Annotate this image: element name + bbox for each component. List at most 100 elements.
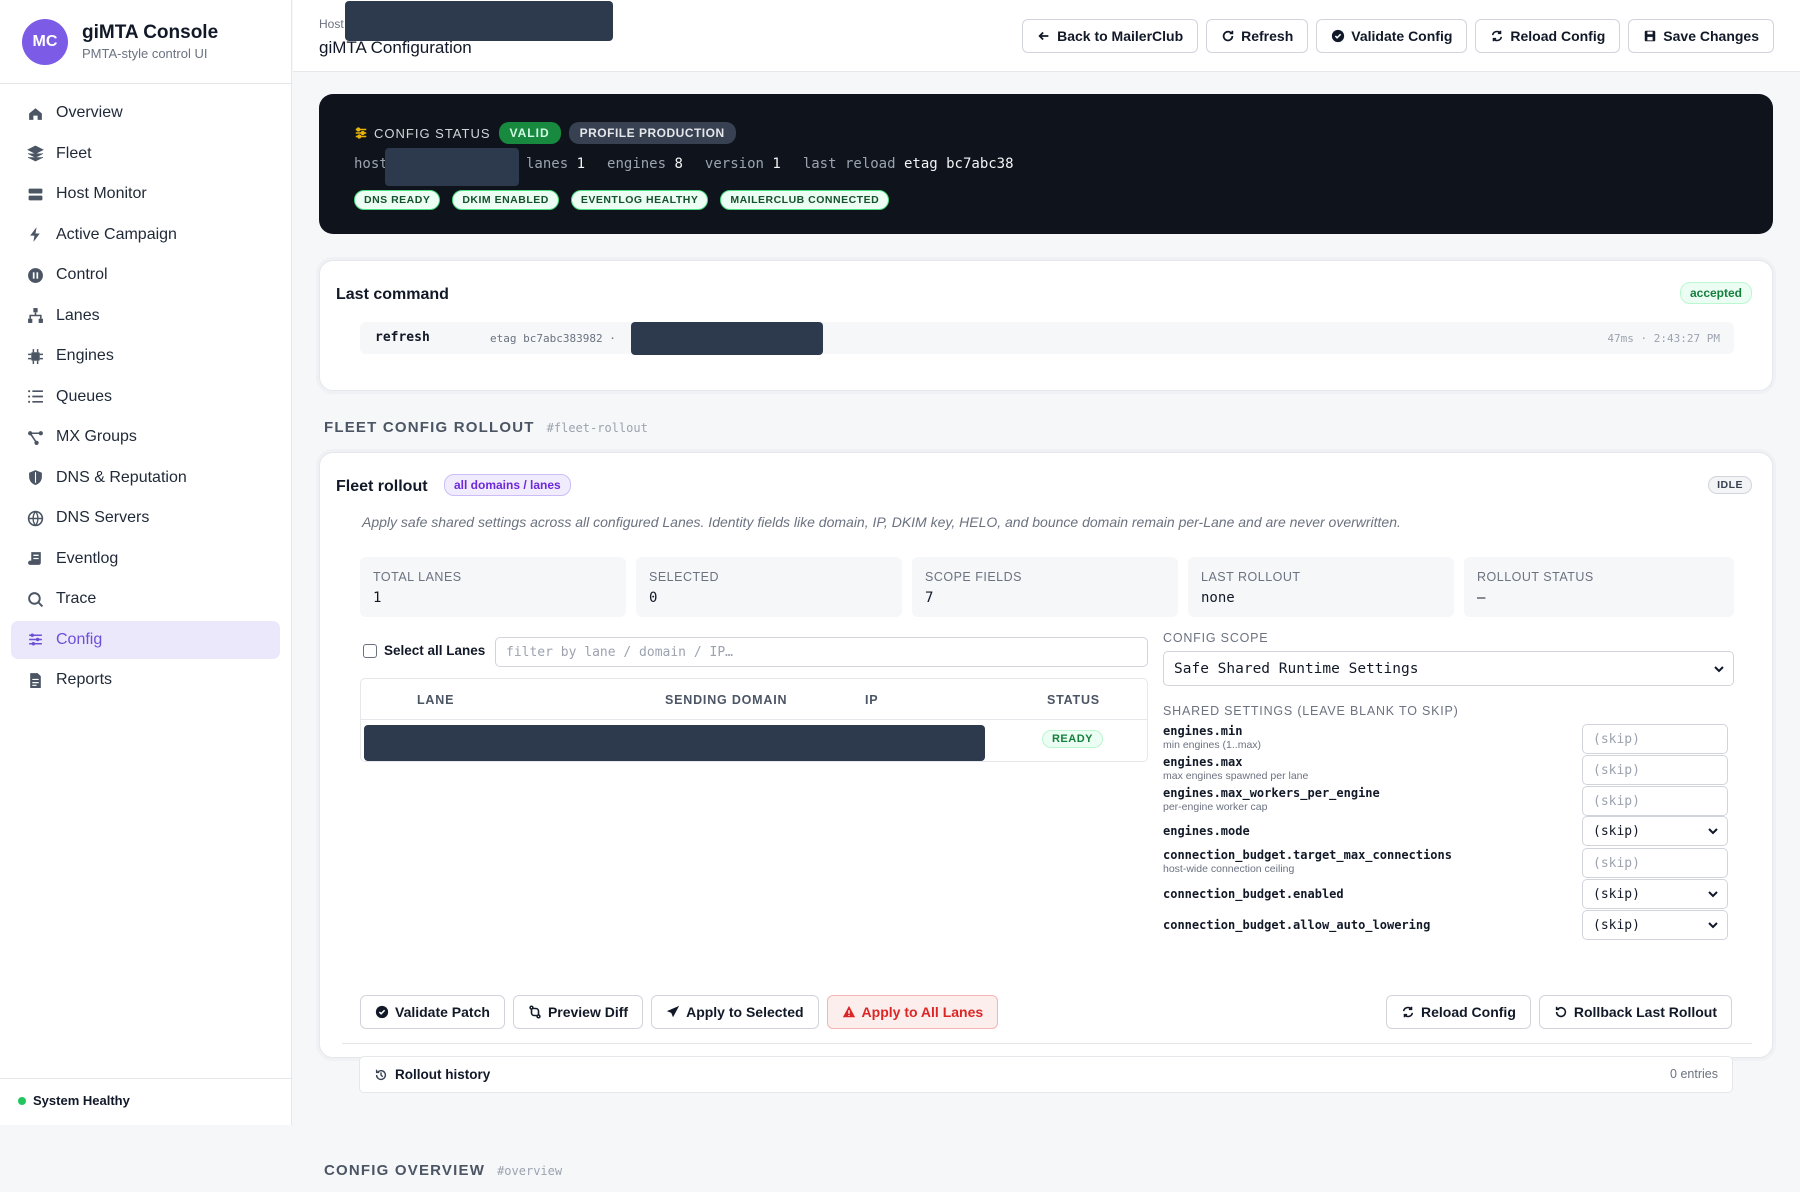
check-circle-icon: [1332, 29, 1345, 43]
sidebar-item-label: Eventlog: [56, 549, 119, 567]
setting-row: engines.max_workers_per_engine per-engine…: [1163, 786, 1728, 816]
save-changes-button[interactable]: Save Changes: [1628, 19, 1774, 53]
command-row: refresh etag bc7abc383982 · 47ms · 2:43:…: [360, 322, 1734, 355]
layers-icon: [26, 145, 44, 163]
rollout-history[interactable]: Rollout history 0 entries: [359, 1056, 1733, 1093]
chevron-down-icon: [1708, 828, 1718, 835]
bolt-icon: [26, 226, 44, 244]
sidebar-item-config[interactable]: Config: [11, 620, 280, 659]
config-scope-panel: CONFIG SCOPE Safe Shared Runtime Setting…: [1163, 631, 1734, 974]
sidebar-item-fleet[interactable]: Fleet: [11, 135, 280, 173]
sidebar-item-reports[interactable]: Reports: [11, 661, 280, 699]
sidebar-item-trace[interactable]: Trace: [11, 580, 280, 618]
sidebar-item-label: Active Campaign: [56, 225, 177, 243]
status-dot-icon: [18, 1096, 26, 1105]
column-header: SENDING DOMAIN: [665, 693, 788, 707]
accepted-badge: accepted: [1679, 282, 1752, 304]
select-all-checkbox[interactable]: [363, 643, 377, 658]
reload-config-button-2[interactable]: Reload Config: [1385, 995, 1531, 1029]
sidebar-item-label: DNS & Reputation: [56, 468, 187, 486]
breadcrumb: Host: [319, 17, 344, 31]
chip-icon: [26, 347, 44, 365]
sidebar-item-queues[interactable]: Queues: [11, 378, 280, 416]
setting-select[interactable]: (skip): [1582, 816, 1728, 846]
preview-diff-button[interactable]: Preview Diff: [512, 995, 644, 1029]
lanes-table: LANE SENDING DOMAIN IP STATUS READY: [360, 678, 1148, 762]
sidebar-item-engines[interactable]: Engines: [11, 337, 280, 375]
apply-selected-button[interactable]: Apply to Selected: [651, 995, 819, 1029]
system-status: System Healthy: [0, 1078, 292, 1122]
refresh-button[interactable]: Refresh: [1206, 19, 1309, 53]
status-tag: MAILERCLUB CONNECTED: [720, 190, 890, 210]
back-button[interactable]: Back to MailerClub: [1022, 19, 1199, 53]
history-icon: [375, 1069, 387, 1081]
setting-input[interactable]: (skip): [1582, 848, 1728, 878]
apply-all-lanes-button[interactable]: Apply to All Lanes: [826, 995, 999, 1029]
rollback-button[interactable]: Rollback Last Rollout: [1538, 995, 1732, 1029]
sidebar-item-lanes[interactable]: Lanes: [11, 297, 280, 335]
save-icon: [1645, 30, 1656, 42]
rollout-actions: Validate Patch Preview Diff Apply to Sel…: [360, 995, 999, 1029]
send-icon: [666, 1005, 680, 1018]
sidebar-item-label: MX Groups: [56, 428, 137, 445]
top-header: Host giMTA Configuration Back to MailerC…: [293, 0, 1800, 72]
sync-icon: [1402, 1006, 1414, 1018]
setting-select[interactable]: (skip): [1582, 879, 1728, 909]
setting-row: connection_budget.allow_auto_lowering (sk…: [1163, 910, 1728, 940]
sidebar-nav: Overview Fleet Host Monitor Active Campaign…: [0, 84, 291, 712]
sidebar-item-host-monitor[interactable]: Host Monitor: [11, 175, 280, 213]
lane-status-badge: READY: [1041, 730, 1103, 748]
sidebar-item-eventlog[interactable]: Eventlog: [11, 540, 280, 578]
page-title: giMTA Configuration: [319, 38, 472, 57]
config-scope-select[interactable]: Safe Shared Runtime Settings: [1163, 651, 1734, 686]
section-heading: CONFIG OVERVIEW #overview: [324, 1162, 563, 1179]
status-tag: DNS READY: [354, 190, 441, 210]
status-tag: DKIM ENABLED: [452, 190, 559, 210]
rollout-actions-right: Reload Config Rollback Last Rollout: [1385, 995, 1732, 1029]
sidebar-item-active-campaign[interactable]: Active Campaign: [11, 216, 280, 254]
sidebar-item-label: Fleet: [56, 144, 92, 162]
column-header: STATUS: [1047, 693, 1100, 707]
setting-select[interactable]: (skip): [1582, 910, 1728, 940]
redacted-lane-row: [364, 725, 985, 761]
file-icon: [26, 671, 44, 689]
sidebar-item-label: Host Monitor: [56, 185, 147, 202]
select-all-lanes[interactable]: Select all Lanes: [363, 643, 485, 658]
sidebar-item-overview[interactable]: Overview: [11, 94, 280, 132]
system-status-label: System Healthy: [33, 1093, 130, 1108]
sidebar-item-mx-groups[interactable]: MX Groups: [11, 418, 280, 456]
sidebar-item-label: Control: [56, 266, 108, 283]
section-anchor: #overview: [497, 1164, 563, 1178]
setting-input[interactable]: (skip): [1582, 724, 1728, 754]
sync-icon: [1492, 30, 1503, 42]
table-divider: [361, 719, 1147, 720]
check-circle-icon: [375, 1005, 389, 1019]
column-header: LANE: [417, 693, 455, 707]
sidebar-item-dns-reputation[interactable]: DNS & Reputation: [11, 459, 280, 497]
divider: [342, 1043, 1752, 1044]
config-meta: host lanes 1 engines 8 version 1 last re…: [354, 148, 1014, 186]
lane-filter-input[interactable]: filter by lane / domain / IP…: [495, 637, 1148, 667]
reload-config-button[interactable]: Reload Config: [1475, 19, 1621, 53]
sidebar-item-control[interactable]: Control: [11, 256, 280, 294]
validate-config-button[interactable]: Validate Config: [1316, 19, 1468, 53]
diff-icon: [529, 1005, 541, 1019]
command-name: refresh: [375, 330, 430, 345]
brand-subtitle: PMTA-style control UI: [82, 46, 208, 61]
setting-input[interactable]: (skip): [1582, 786, 1728, 816]
shield-icon: [26, 469, 44, 487]
sidebar-item-label: Queues: [56, 387, 113, 405]
command-timing: 47ms · 2:43:27 PM: [1607, 332, 1720, 345]
sidebar-item-label: Reports: [56, 671, 113, 688]
validate-patch-button[interactable]: Validate Patch: [360, 995, 505, 1029]
sidebar-item-label: Trace: [56, 590, 97, 607]
section-heading: FLEET CONFIG ROLLOUT #fleet-rollout: [324, 419, 648, 436]
sidebar-item-dns-servers[interactable]: DNS Servers: [11, 499, 280, 537]
status-tag: EVENTLOG HEALTHY: [570, 190, 709, 210]
setting-input[interactable]: (skip): [1582, 755, 1728, 785]
section-anchor: #fleet-rollout: [546, 421, 648, 435]
brand-avatar: MC: [22, 18, 68, 65]
refresh-icon: [1222, 30, 1234, 42]
pause-icon: [26, 266, 44, 284]
server-icon: [26, 185, 44, 203]
